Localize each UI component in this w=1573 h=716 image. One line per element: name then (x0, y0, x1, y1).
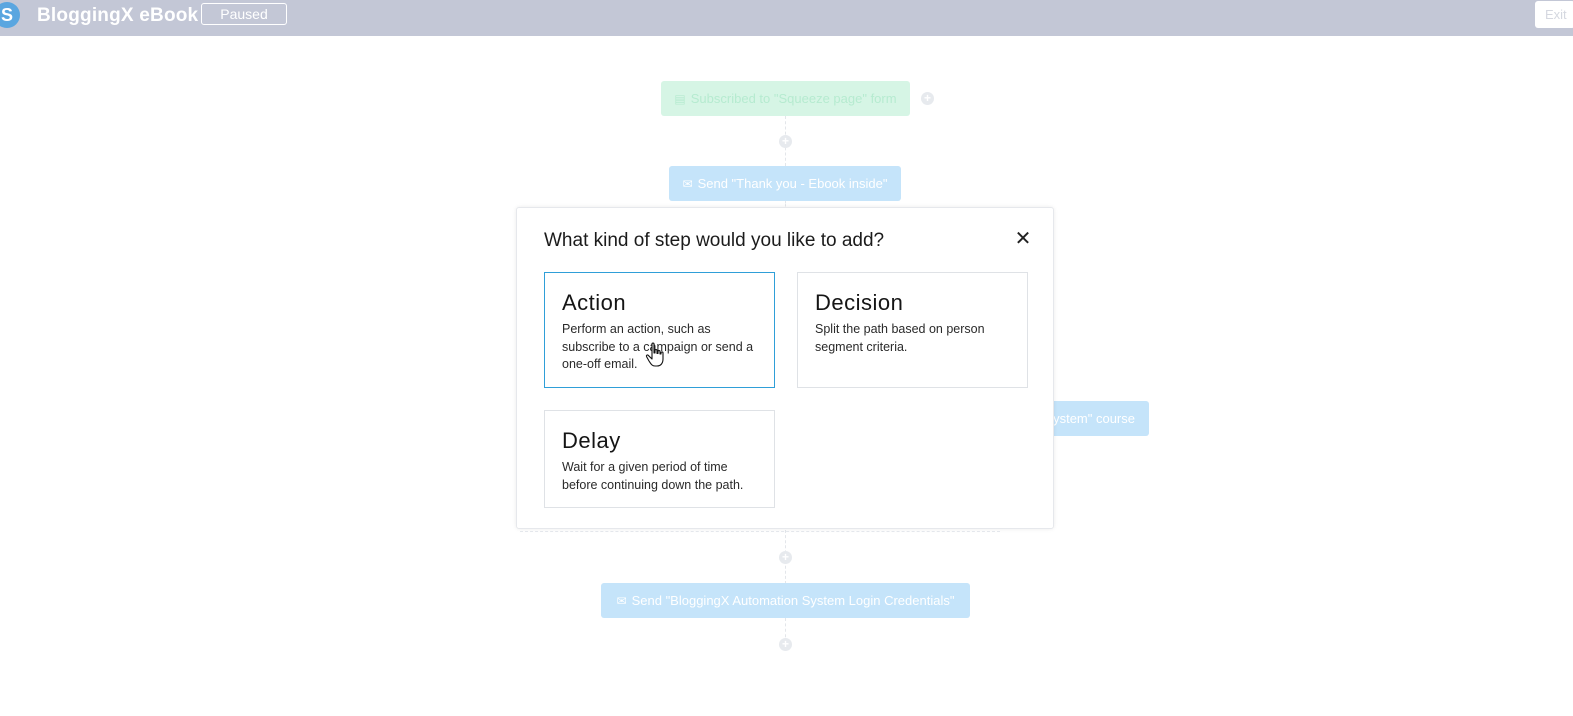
email-node[interactable]: ✉ Send "Thank you - Ebook inside" (669, 166, 901, 201)
form-icon: ▤ (674, 91, 686, 106)
branch-line (520, 531, 1000, 532)
close-icon[interactable]: ✕ (1013, 229, 1033, 249)
option-description: Split the path based on person segment c… (815, 322, 985, 354)
dialog-title: What kind of step would you like to add? (544, 230, 885, 251)
email-node[interactable]: ✉ Send "BloggingX Automation System Logi… (601, 583, 970, 618)
hand-pointer-icon (645, 342, 664, 367)
app-logo[interactable]: S (0, 2, 20, 28)
trigger-node-label: Subscribed to "Squeeze page" form (690, 91, 897, 106)
course-node-label: ystem" course (1053, 411, 1135, 426)
add-step-dialog: What kind of step would you like to add?… (516, 207, 1054, 529)
add-step-icon[interactable]: + (779, 638, 792, 651)
course-node[interactable]: ystem" course (1040, 401, 1149, 436)
envelope-icon: ✉ (616, 593, 627, 608)
envelope-icon: ✉ (682, 176, 693, 191)
add-step-icon[interactable]: + (779, 551, 792, 564)
trigger-node[interactable]: ▤ Subscribed to "Squeeze page" form (661, 81, 910, 116)
workflow-title: BloggingX eBook (37, 5, 199, 26)
exit-button[interactable]: Exit (1535, 1, 1573, 28)
email-node-label: Send "BloggingX Automation System Login … (631, 593, 955, 608)
email-node-label: Send "Thank you - Ebook inside" (697, 176, 888, 191)
option-title: Decision (815, 290, 904, 315)
top-bar: S BloggingX eBook Paused Exit (0, 0, 1573, 36)
option-title: Action (562, 290, 627, 315)
status-badge[interactable]: Paused (201, 3, 287, 25)
option-title: Delay (562, 428, 621, 453)
add-step-icon[interactable]: + (779, 135, 792, 148)
decision-option-card[interactable]: Decision Split the path based on person … (797, 272, 1028, 388)
option-description: Wait for a given period of time before c… (562, 460, 744, 492)
delay-option-card[interactable]: Delay Wait for a given period of time be… (544, 410, 775, 508)
add-trigger-icon[interactable]: + (921, 92, 934, 105)
action-option-card[interactable]: Action Perform an action, such as subscr… (544, 272, 775, 388)
